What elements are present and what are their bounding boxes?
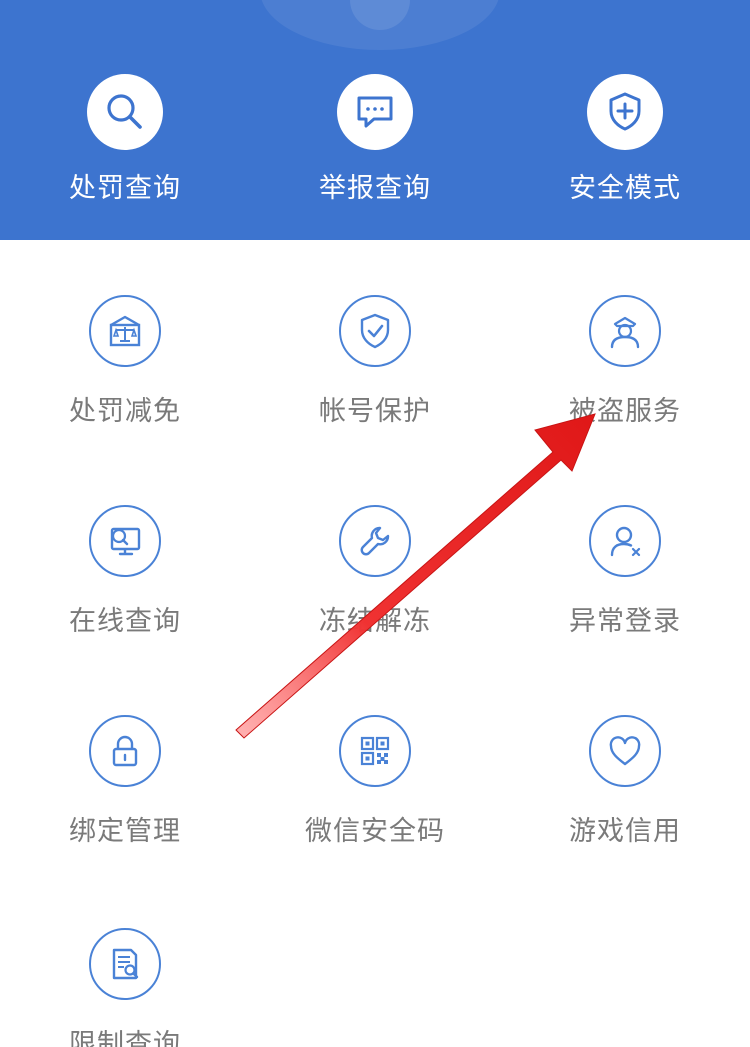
grid-item-abnormal-login[interactable]: 异常登录 bbox=[500, 505, 750, 645]
scale-icon bbox=[89, 295, 161, 367]
grid-item-label: 帐号保护 bbox=[319, 396, 431, 427]
wrench-icon bbox=[339, 505, 411, 577]
grid-item-label: 绑定管理 bbox=[69, 816, 181, 847]
user-alert-icon bbox=[589, 505, 661, 577]
grid-item-label: 处罚减免 bbox=[69, 396, 181, 427]
search-icon bbox=[87, 74, 163, 150]
grid-item-game-credit[interactable]: 游戏信用 bbox=[500, 715, 750, 855]
header-item-penalty-query[interactable]: 处罚查询 bbox=[0, 74, 250, 214]
monitor-search-icon bbox=[89, 505, 161, 577]
grid-item-label: 被盗服务 bbox=[569, 396, 681, 427]
chat-report-icon bbox=[337, 74, 413, 150]
grid-item-label: 游戏信用 bbox=[569, 816, 681, 847]
grid-item-wechat-security-code[interactable]: 微信安全码 bbox=[250, 715, 500, 855]
grid-item-label: 在线查询 bbox=[69, 606, 181, 637]
grid-item-theft-service[interactable]: 被盗服务 bbox=[500, 295, 750, 435]
grid-item-label: 异常登录 bbox=[569, 606, 681, 637]
grid-item-online-query[interactable]: 在线查询 bbox=[0, 505, 250, 645]
grid-item-label: 冻结解冻 bbox=[319, 606, 431, 637]
document-search-icon bbox=[89, 928, 161, 1000]
header-item-report-query[interactable]: 举报查询 bbox=[250, 74, 500, 214]
grid-item-binding-management[interactable]: 绑定管理 bbox=[0, 715, 250, 855]
header-item-label: 举报查询 bbox=[319, 173, 431, 204]
grid-item-freeze-unfreeze[interactable]: 冻结解冻 bbox=[250, 505, 500, 645]
grid-item-label: 限制查询 bbox=[69, 1029, 181, 1047]
header-banner: 处罚查询 举报查询 安全模式 bbox=[0, 0, 750, 240]
security-center-page: 处罚查询 举报查询 安全模式 处罚减免 帐号保护 被盗服务 在线查询 冻结解冻 … bbox=[0, 0, 750, 1047]
shield-check-icon bbox=[339, 295, 411, 367]
header-item-label: 安全模式 bbox=[569, 173, 681, 204]
grid-item-label: 微信安全码 bbox=[305, 816, 445, 847]
header-item-safe-mode[interactable]: 安全模式 bbox=[500, 74, 750, 214]
header-item-label: 处罚查询 bbox=[69, 173, 181, 204]
lock-icon bbox=[89, 715, 161, 787]
grid-item-restriction-query[interactable]: 限制查询 bbox=[0, 928, 250, 1047]
shield-plus-icon bbox=[587, 74, 663, 150]
police-officer-icon bbox=[589, 295, 661, 367]
qr-code-icon bbox=[339, 715, 411, 787]
grid-item-penalty-reduction[interactable]: 处罚减免 bbox=[0, 295, 250, 435]
heart-icon bbox=[589, 715, 661, 787]
grid-item-account-protection[interactable]: 帐号保护 bbox=[250, 295, 500, 435]
